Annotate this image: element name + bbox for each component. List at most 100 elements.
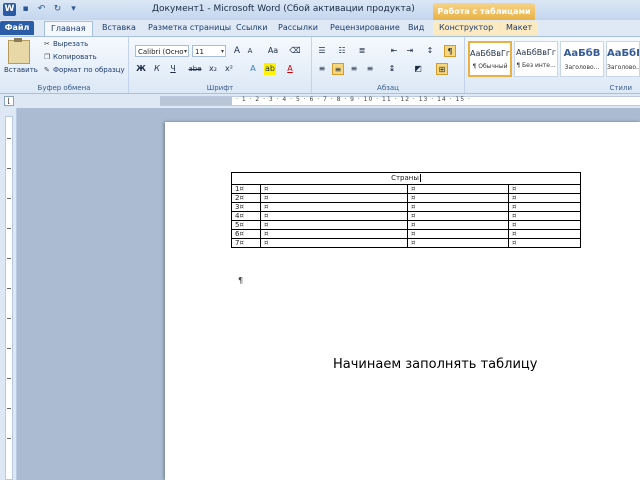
style-normal[interactable]: АаБбВвГг ¶ Обычный (468, 41, 512, 77)
increase-indent-icon[interactable]: ⇥ (404, 45, 416, 57)
align-left-icon[interactable]: ≡ (316, 63, 328, 75)
table-cell[interactable]: ¤ (260, 238, 408, 248)
table-cell[interactable]: ¤ (508, 220, 581, 230)
change-case-button[interactable]: Aa (265, 45, 281, 57)
text-effects-icon[interactable]: A (247, 63, 259, 75)
tab-table-layout[interactable]: Макет (500, 21, 539, 35)
table-cell[interactable]: ¤ (260, 184, 408, 194)
sort-icon[interactable]: ↕ (424, 45, 436, 57)
document-table[interactable]: Страны 1¤ ¤ ¤ ¤ 2¤ ¤ ¤ ¤ 3¤ ¤ ¤ ¤ 4¤ ¤ ¤… (231, 172, 581, 248)
table-cell[interactable]: ¤ (407, 184, 509, 194)
style-no-spacing[interactable]: АаБбВвГг ¶ Без инте... (514, 41, 558, 77)
table-cell[interactable]: ¤ (407, 229, 509, 239)
table-cell[interactable]: 2¤ (231, 193, 261, 203)
highlight-icon[interactable]: ab (264, 63, 276, 75)
cell-end-mark: ¤ (411, 221, 416, 229)
tab-mailings[interactable]: Рассылки (278, 21, 318, 35)
paste-button[interactable]: Вставить (4, 38, 38, 80)
tab-page-layout[interactable]: Разметка страницы (148, 21, 231, 35)
table-row: 1¤ ¤ ¤ ¤ (231, 184, 581, 194)
cut-button[interactable]: ✂ Вырезать (44, 40, 88, 48)
clear-format-icon[interactable]: ⌫ (289, 45, 301, 57)
table-cell[interactable]: ¤ (260, 202, 408, 212)
grow-font-button[interactable]: A (231, 45, 243, 57)
underline-button[interactable]: Ч (167, 63, 179, 75)
cell-end-mark: ¤ (239, 203, 244, 211)
table-cell[interactable]: ¤ (260, 229, 408, 239)
chevron-down-icon: ▾ (220, 48, 224, 55)
table-cell[interactable]: 7¤ (231, 238, 261, 248)
numbering-icon[interactable]: ☷ (336, 45, 348, 57)
shrink-font-button[interactable]: A (244, 45, 256, 57)
decrease-indent-icon[interactable]: ⇤ (388, 45, 400, 57)
font-name-dropdown[interactable]: Calibri (Осно ▾ (135, 45, 189, 57)
save-icon[interactable]: ▪ (19, 3, 32, 16)
multilevel-list-icon[interactable]: ≣ (356, 45, 368, 57)
redo-icon[interactable]: ↻ (51, 3, 64, 16)
font-size-dropdown[interactable]: 11 ▾ (192, 45, 226, 57)
table-cell[interactable]: 3¤ (231, 202, 261, 212)
table-cell[interactable]: ¤ (260, 220, 408, 230)
bold-button[interactable]: Ж (135, 63, 147, 75)
tab-table-design[interactable]: Конструктор (433, 21, 500, 35)
table-cell[interactable]: ¤ (407, 202, 509, 212)
align-right-icon[interactable]: ≡ (348, 63, 360, 75)
tab-file[interactable]: Файл (0, 21, 34, 35)
table-cell[interactable]: 4¤ (231, 211, 261, 221)
table-header-cell[interactable]: Страны (231, 172, 581, 185)
table-cell[interactable]: 1¤ (231, 184, 261, 194)
cell-end-mark: ¤ (264, 239, 269, 247)
table-cell[interactable]: ¤ (407, 220, 509, 230)
table-cell[interactable]: ¤ (508, 229, 581, 239)
scissors-icon: ✂ (44, 40, 50, 48)
tab-references[interactable]: Ссылки (236, 21, 267, 35)
tab-selector-icon[interactable]: ⌊ (4, 96, 14, 106)
word-logo-icon[interactable]: W (3, 3, 16, 16)
align-center-icon[interactable]: ≡ (332, 63, 344, 75)
customize-qat-icon[interactable]: ▾ (67, 3, 80, 16)
table-cell[interactable]: 6¤ (231, 229, 261, 239)
table-row: 6¤ ¤ ¤ ¤ (231, 229, 581, 239)
tab-review[interactable]: Рецензирование (330, 21, 400, 35)
table-cell[interactable]: ¤ (407, 238, 509, 248)
tab-insert[interactable]: Вставка (102, 21, 136, 35)
paragraph-group: ☰ ☷ ≣ ⇤ ⇥ ↕ ¶ ≡ ≡ ≡ ≡ ↨ ◩ ⊞ Абзац (312, 37, 465, 93)
copy-button[interactable]: ❐ Копировать (44, 53, 97, 61)
undo-icon[interactable]: ↶ (35, 3, 48, 16)
table-cell[interactable]: ¤ (260, 211, 408, 221)
table-cell[interactable]: ¤ (508, 211, 581, 221)
table-cell[interactable]: 5¤ (231, 220, 261, 230)
subscript-button[interactable]: x₂ (207, 63, 219, 75)
tab-home[interactable]: Главная (44, 21, 93, 36)
ruler-ticks: · 1 · 2 · 3 · 4 · 5 · 6 · 7 · 8 · 9 · 10… (236, 96, 471, 103)
vertical-ruler[interactable] (0, 108, 17, 480)
table-cell[interactable]: ¤ (508, 193, 581, 203)
ruler-tick (7, 228, 11, 229)
table-cell[interactable]: ¤ (260, 193, 408, 203)
style-heading-1[interactable]: АаБбВ Заголово... (560, 41, 604, 77)
borders-icon[interactable]: ⊞ (436, 63, 448, 75)
format-painter-button[interactable]: ✎ Формат по образцу (44, 66, 125, 74)
superscript-button[interactable]: x² (223, 63, 235, 75)
show-formatting-button[interactable]: ¶ (444, 45, 456, 57)
table-cell[interactable]: ¤ (508, 238, 581, 248)
bullets-icon[interactable]: ☰ (316, 45, 328, 57)
table-cell[interactable]: ¤ (508, 184, 581, 194)
font-color-icon[interactable]: A (284, 63, 296, 75)
strikethrough-button[interactable]: abe (187, 63, 203, 75)
shading-icon[interactable]: ◩ (412, 63, 424, 75)
italic-button[interactable]: К (151, 63, 163, 75)
justify-icon[interactable]: ≡ (364, 63, 376, 75)
window-title: Документ1 - Microsoft Word (Сбой активац… (152, 4, 415, 14)
horizontal-ruler[interactable]: ⌊ · 1 · 2 · 3 · 4 · 5 · 6 · 7 · 8 · 9 · … (0, 94, 640, 109)
style-heading-2[interactable]: АаБбВ Заголово... (606, 41, 640, 77)
table-cell[interactable]: ¤ (407, 211, 509, 221)
context-group-table-tools: Работа с таблицами (433, 3, 535, 20)
tab-view[interactable]: Вид (408, 21, 424, 35)
line-spacing-icon[interactable]: ↨ (386, 63, 398, 75)
ribbon-tabs: Файл Главная Вставка Разметка страницы С… (0, 20, 640, 37)
document-caption-text[interactable]: Начинаем заполнять таблицу (333, 357, 537, 372)
cell-end-mark: ¤ (512, 239, 517, 247)
table-cell[interactable]: ¤ (407, 193, 509, 203)
table-cell[interactable]: ¤ (508, 202, 581, 212)
